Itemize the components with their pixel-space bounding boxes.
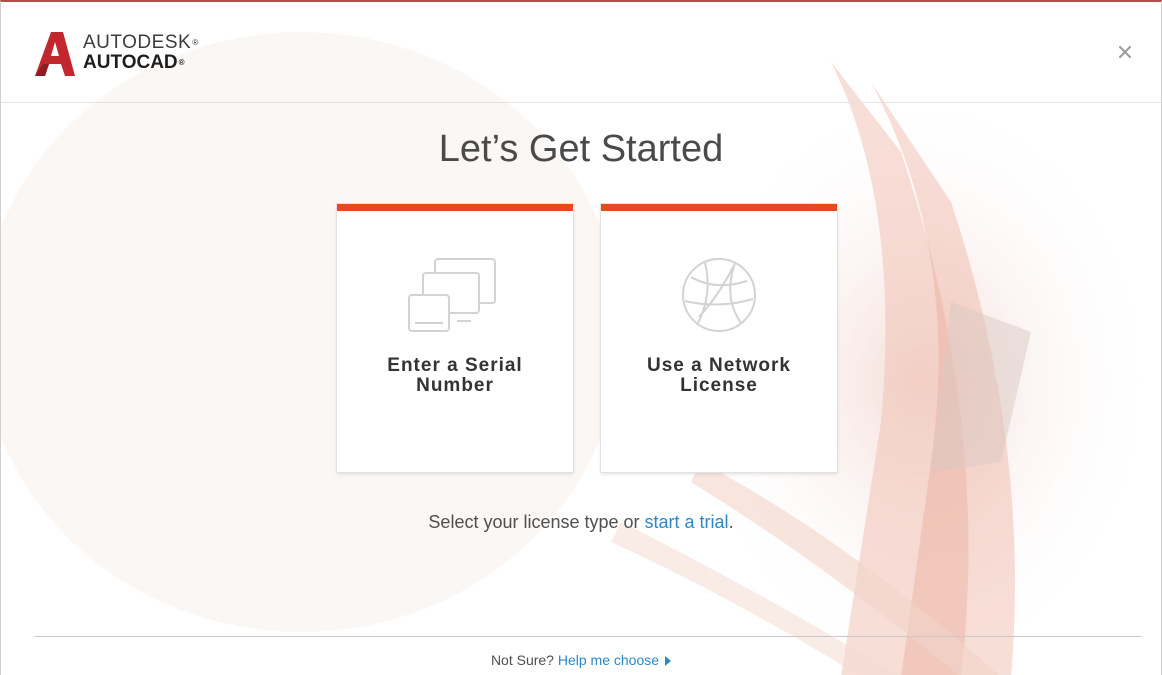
license-dialog: AUTODESK® AUTOCAD® Let’s Get Started Ent… (0, 0, 1162, 675)
close-icon[interactable] (1117, 44, 1133, 60)
help-me-choose-link[interactable]: Help me choose (557, 652, 672, 668)
enter-serial-number-card[interactable]: Enter a Serial Number (337, 204, 573, 472)
network-card-line2: License (680, 375, 758, 396)
play-arrow-icon (665, 656, 672, 666)
brand-autodesk: AUTODESK (83, 32, 192, 53)
help-link-label: Help me choose (557, 652, 660, 668)
start-trial-link[interactable]: start a trial (645, 512, 729, 532)
license-prompt: Select your license type or start a tria… (1, 512, 1161, 533)
network-card-label: Use a Network License (601, 356, 837, 396)
footer-text: Not Sure? (490, 652, 558, 668)
prompt-suffix: . (728, 512, 734, 532)
use-network-license-card[interactable]: Use a Network License (601, 204, 837, 472)
network-globe-icon (682, 258, 756, 332)
dialog-header: AUTODESK® AUTOCAD® (1, 2, 1161, 103)
footer: Not Sure? Help me choose (1, 652, 1161, 668)
serial-card-label: Enter a Serial Number (337, 356, 573, 396)
serial-card-line1: Enter a Serial (387, 355, 523, 376)
serial-card-line2: Number (416, 375, 494, 396)
page-title: Let’s Get Started (438, 128, 724, 170)
prompt-text: Select your license type or (428, 512, 645, 532)
network-card-line1: Use a Network (647, 355, 791, 376)
devices-icon (408, 258, 496, 332)
brand-autocad: AUTOCAD (83, 52, 178, 73)
autocad-a-icon (35, 32, 75, 76)
brand-wordmark: AUTODESK® AUTOCAD® (83, 32, 199, 73)
footer-divider (35, 636, 1141, 637)
